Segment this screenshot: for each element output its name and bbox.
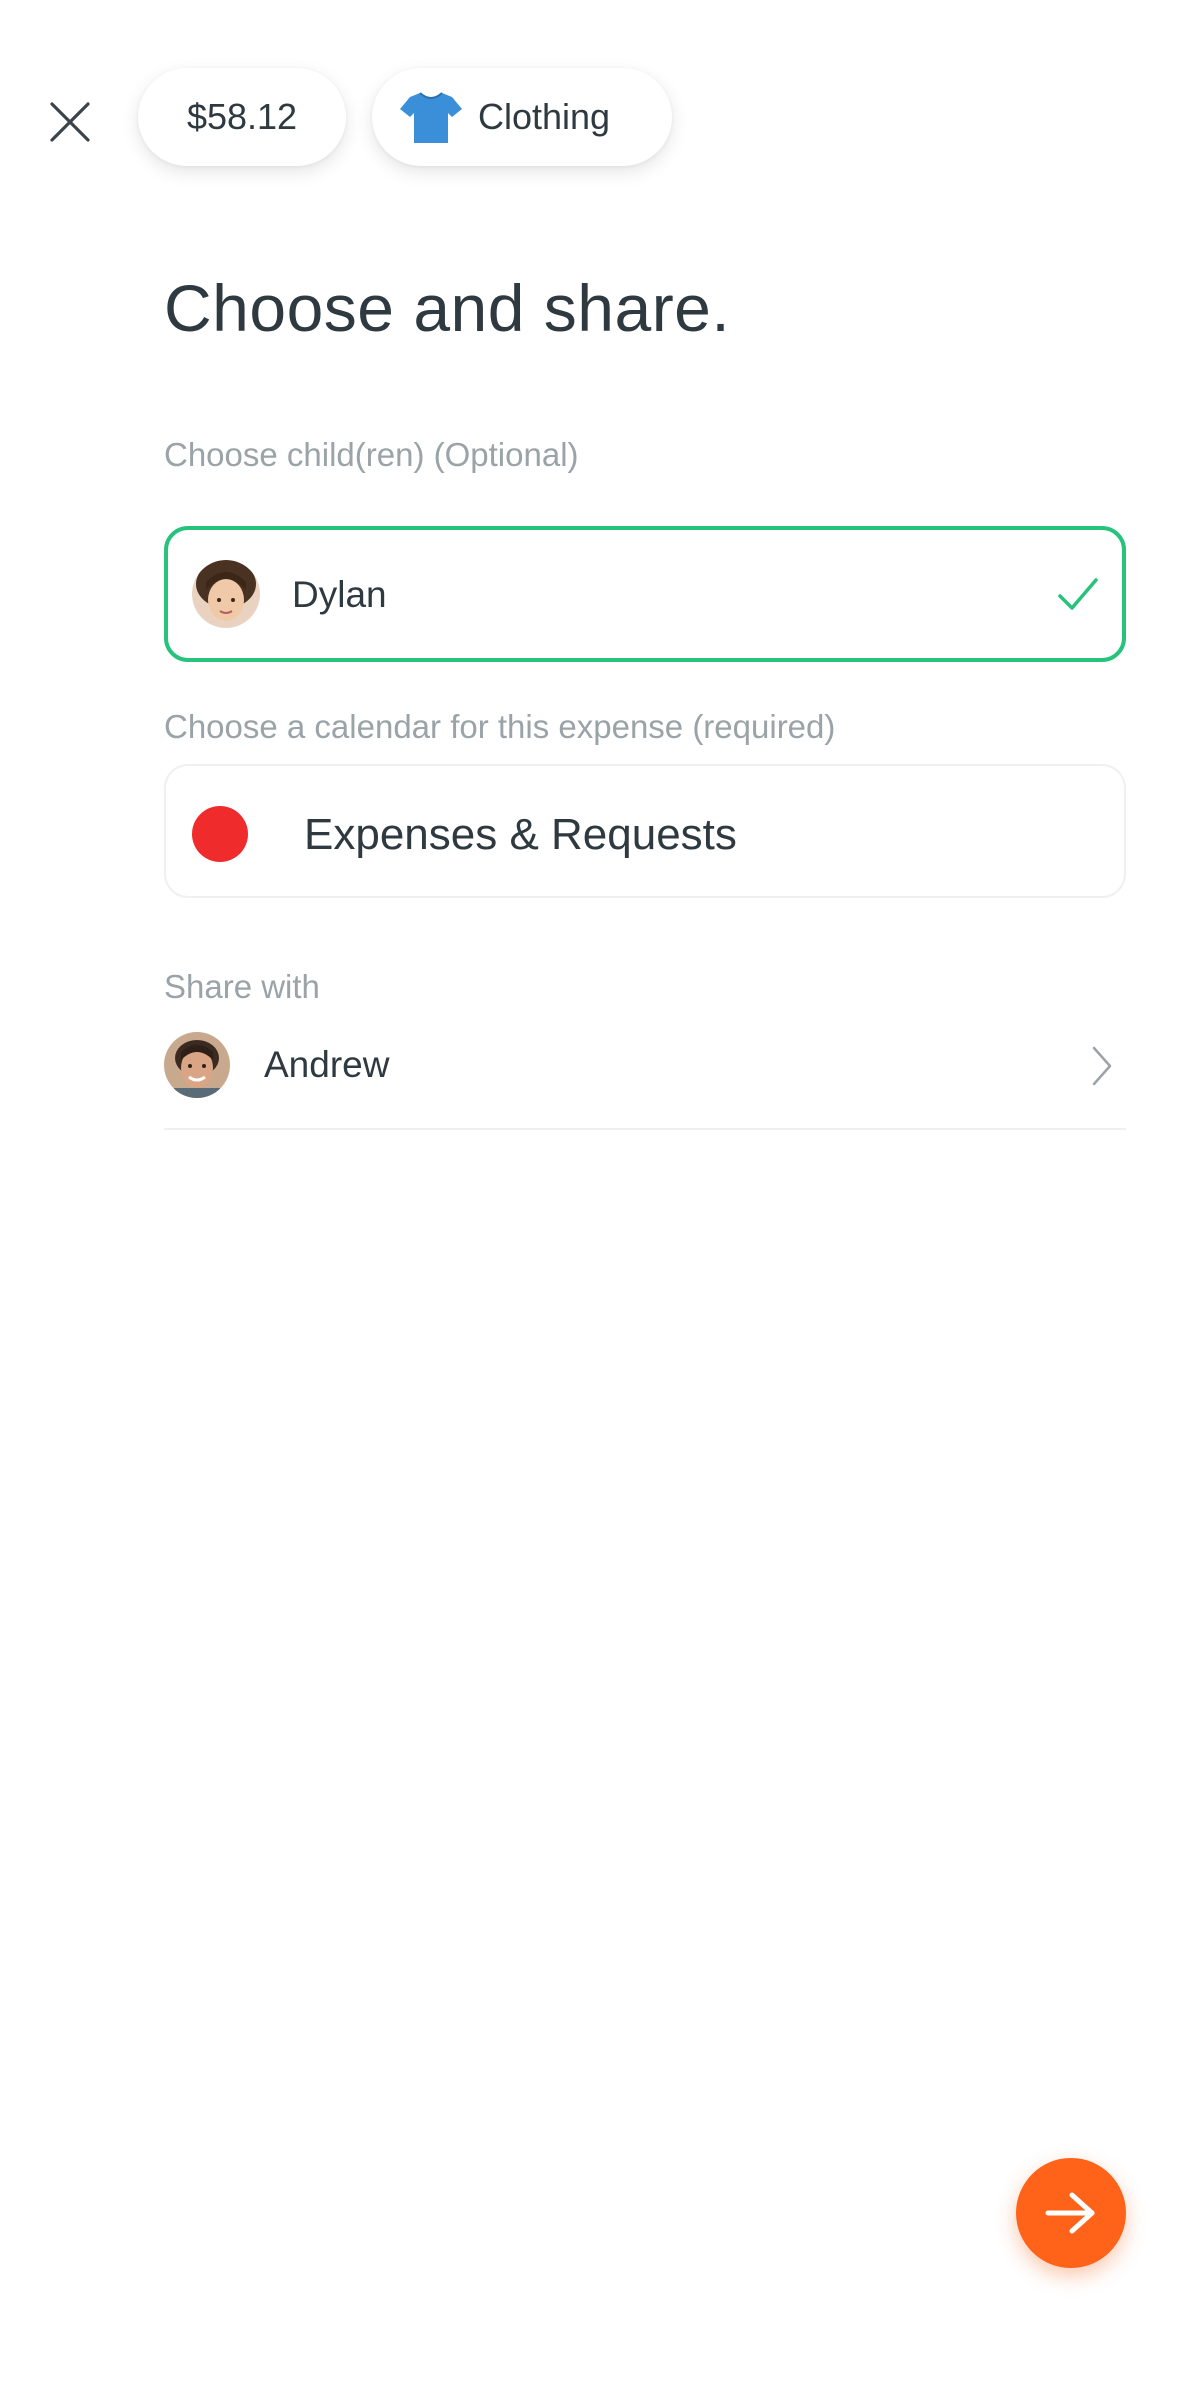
calendar-option[interactable]: Expenses & Requests	[164, 764, 1126, 898]
page-title: Choose and share.	[164, 271, 731, 345]
close-icon[interactable]	[44, 96, 96, 148]
next-button[interactable]	[1016, 2158, 1126, 2268]
child-name: Dylan	[292, 574, 387, 615]
chevron-right-icon	[1092, 1046, 1112, 1086]
calendar-color-dot	[192, 806, 248, 862]
child-option-dylan[interactable]: Dylan	[164, 526, 1126, 662]
share-person-name: Andrew	[264, 1044, 390, 1085]
arrow-right-icon	[1045, 2192, 1095, 2234]
person-avatar	[164, 1032, 230, 1098]
calendar-name: Expenses & Requests	[304, 810, 737, 859]
tshirt-icon	[400, 92, 462, 143]
child-avatar	[192, 560, 260, 628]
amount-value: $58.12	[186, 96, 298, 137]
category-chip[interactable]: Clothing	[372, 68, 672, 166]
share-with-row[interactable]: Andrew	[164, 1024, 1126, 1130]
calendar-section-label: Choose a calendar for this expense (requ…	[164, 708, 836, 745]
category-label: Clothing	[478, 96, 611, 137]
share-section-label: Share with	[164, 968, 320, 1005]
children-section-label: Choose child(ren) (Optional)	[164, 436, 579, 473]
checkmark-icon	[1058, 578, 1098, 610]
amount-chip[interactable]: $58.12	[138, 68, 346, 166]
